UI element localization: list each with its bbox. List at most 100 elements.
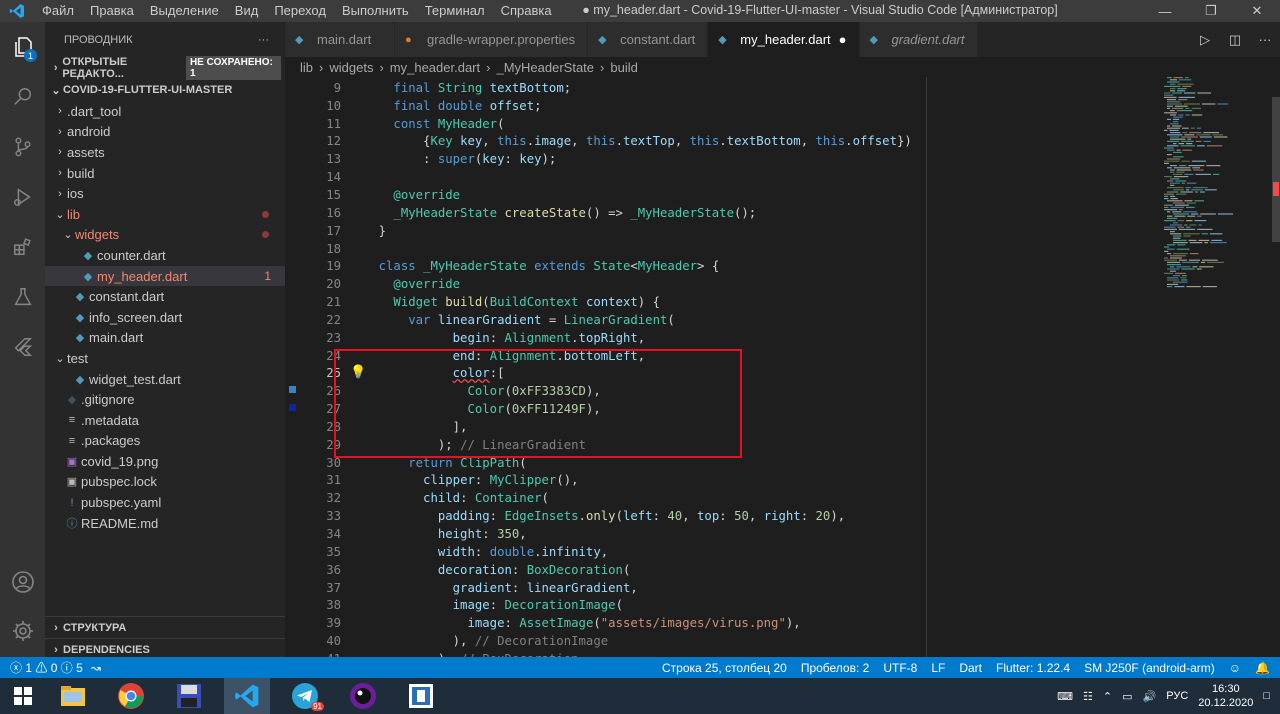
menu-item-3[interactable]: Вид [227, 0, 267, 22]
code-line[interactable]: 39 image: AssetImage("assets/images/viru… [285, 614, 1160, 632]
tree-item[interactable]: › android [45, 122, 285, 143]
code-line[interactable]: 15 @override [285, 186, 1160, 204]
extensions-icon[interactable] [0, 222, 45, 272]
volume-icon[interactable]: 🔊 [1143, 690, 1157, 703]
menu-item-5[interactable]: Выполнить [334, 0, 417, 22]
menu-item-1[interactable]: Правка [82, 0, 142, 22]
minimap[interactable] [1160, 77, 1270, 657]
code-line[interactable]: 40 ), // DecorationImage [285, 632, 1160, 650]
tree-item[interactable]: › .dart_tool [45, 101, 285, 122]
tree-item[interactable]: › assets [45, 142, 285, 163]
code-line[interactable]: 36 decoration: BoxDecoration( [285, 561, 1160, 579]
live-share-icon[interactable]: ↝ [91, 661, 101, 675]
code-line[interactable]: 14 [285, 168, 1160, 186]
tree-item[interactable]: › ios [45, 183, 285, 204]
code-line[interactable]: 12 {Key key, this.image, this.textTop, t… [285, 133, 1160, 151]
code-line[interactable]: 11 const MyHeader( [285, 115, 1160, 133]
tree-item[interactable]: ⌄ lib [45, 204, 285, 225]
terminal-app-icon[interactable] [398, 678, 444, 714]
code-line[interactable]: 22 var linearGradient = LinearGradient( [285, 311, 1160, 329]
encoding[interactable]: UTF-8 [883, 661, 917, 675]
tab-gradient-dart[interactable]: ◆ gradient.dart [859, 22, 978, 57]
tree-item[interactable]: ◆ constant.dart [45, 286, 285, 307]
tree-item[interactable]: ◆ .gitignore [45, 389, 285, 410]
menu-item-2[interactable]: Выделение [142, 0, 227, 22]
breadcrumb-item[interactable]: _MyHeaderState [496, 60, 594, 75]
source-control-icon[interactable] [0, 122, 45, 172]
tab-constant-dart[interactable]: ◆ constant.dart [588, 22, 709, 57]
code-line[interactable]: 33 padding: EdgeInsets.only(left: 40, to… [285, 507, 1160, 525]
keyboard-icon[interactable]: ⌨ [1057, 690, 1073, 703]
tree-item[interactable]: ⌄ widgets [45, 225, 285, 246]
flutter-version[interactable]: Flutter: 1.22.4 [996, 661, 1070, 675]
tree-item[interactable]: ⌄ test [45, 348, 285, 369]
more-actions-button[interactable]: ··· [258, 34, 269, 46]
run-icon[interactable]: ▷ [1190, 32, 1220, 48]
code-line[interactable]: 20 @override [285, 275, 1160, 293]
battery-icon[interactable]: ▭ [1122, 690, 1132, 703]
telegram-icon[interactable]: 91 [282, 678, 328, 714]
outline-section[interactable]: › СТРУКТУРА [45, 616, 285, 638]
tree-item[interactable]: ◆ counter.dart [45, 245, 285, 266]
menu-item-4[interactable]: Переход [266, 0, 334, 22]
tree-item[interactable]: ≡ .packages [45, 431, 285, 452]
menu-item-6[interactable]: Терминал [417, 0, 493, 22]
code-line[interactable]: 41 ), // BoxDecoration [285, 650, 1160, 657]
feedback-icon[interactable]: ☺ [1229, 661, 1241, 675]
tab-gradle-wrapper-properties[interactable]: ● gradle-wrapper.properties [395, 22, 589, 57]
tree-item[interactable]: ◆ widget_test.dart [45, 369, 285, 390]
code-line[interactable]: 17 } [285, 222, 1160, 240]
code-line[interactable]: 32 child: Container( [285, 489, 1160, 507]
notifications-icon[interactable]: □ [1263, 690, 1270, 702]
breadcrumb-item[interactable]: lib [300, 60, 313, 75]
tab-main-dart[interactable]: ◆ main.dart [285, 22, 395, 57]
breadcrumb-item[interactable]: build [610, 60, 637, 75]
vscode-taskbar-icon[interactable] [224, 678, 270, 714]
network-icon[interactable]: ☷ [1083, 690, 1093, 703]
end-of-line[interactable]: LF [931, 661, 945, 675]
tree-item[interactable]: ! pubspec.yaml [45, 492, 285, 513]
color-swatch-2[interactable] [289, 404, 296, 411]
file-explorer-icon[interactable] [50, 678, 96, 714]
unsaved-dot-icon[interactable]: ● [839, 32, 847, 47]
code-line[interactable]: 21 Widget build(BuildContext context) { [285, 293, 1160, 311]
tree-item[interactable]: ◆ main.dart [45, 328, 285, 349]
breadcrumb-item[interactable]: widgets [329, 60, 373, 75]
code-line[interactable]: 18 [285, 240, 1160, 258]
code-line[interactable]: 23 begin: Alignment.topRight, [285, 329, 1160, 347]
code-line[interactable]: 38 image: DecorationImage( [285, 596, 1160, 614]
code-line[interactable]: 9 final String textBottom; [285, 79, 1160, 97]
breadcrumb-item[interactable]: my_header.dart [390, 60, 480, 75]
windows-start-icon[interactable] [0, 678, 46, 714]
notifications-bell-icon[interactable]: 🔔 [1255, 661, 1270, 675]
cursor-position[interactable]: Строка 25, столбец 20 [662, 661, 787, 675]
account-icon[interactable] [0, 557, 45, 607]
chrome-icon[interactable] [108, 678, 154, 714]
chevron-up-icon[interactable]: ⌃ [1103, 690, 1112, 703]
tab-my-header-dart[interactable]: ◆ my_header.dart ● [708, 22, 860, 57]
code-line[interactable]: 31 clipper: MyClipper(), [285, 472, 1160, 490]
code-line[interactable]: 35 width: double.infinity, [285, 543, 1160, 561]
more-actions-icon[interactable]: ··· [1250, 32, 1280, 47]
scrollbar[interactable] [1270, 77, 1280, 657]
testing-flask-icon[interactable] [0, 272, 45, 322]
minimize-button[interactable]: — [1142, 0, 1188, 22]
maximize-button[interactable]: ❐ [1188, 0, 1234, 22]
close-button[interactable]: ✕ [1234, 0, 1280, 22]
code-line[interactable]: 10 final double offset; [285, 97, 1160, 115]
project-section[interactable]: ⌄ COVID-19-FLUTTER-UI-MASTER [45, 79, 285, 101]
search-icon[interactable] [0, 72, 45, 122]
menu-item-0[interactable]: Файл [34, 0, 82, 22]
code-line[interactable]: 13 : super(key: key); [285, 150, 1160, 168]
settings-gear-icon[interactable] [0, 606, 45, 656]
code-line[interactable]: 37 gradient: linearGradient, [285, 579, 1160, 597]
run-debug-icon[interactable] [0, 172, 45, 222]
language-indicator[interactable]: РУС [1166, 690, 1188, 702]
color-swatch-1[interactable] [289, 386, 296, 393]
save-disk-icon[interactable] [166, 678, 212, 714]
media-player-icon[interactable] [340, 678, 386, 714]
tree-item[interactable]: ⓘ README.md [45, 513, 285, 534]
flutter-icon[interactable] [0, 322, 45, 372]
device-selector[interactable]: SM J250F (android-arm) [1084, 661, 1215, 675]
tree-item[interactable]: ◆ info_screen.dart [45, 307, 285, 328]
